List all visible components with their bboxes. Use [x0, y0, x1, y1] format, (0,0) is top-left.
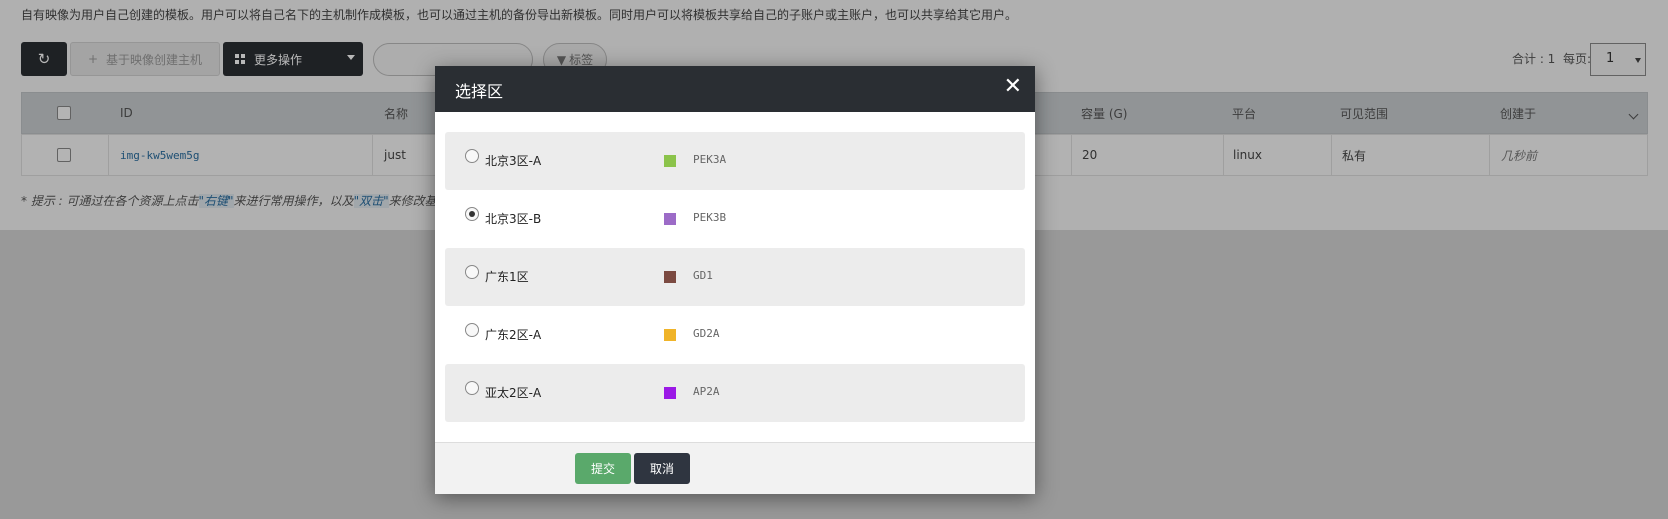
zone-option-pek3a[interactable]: 北京3区-A PEK3A [445, 132, 1025, 190]
dialog-title: 选择区 [455, 82, 504, 101]
zone-code: GD1 [693, 269, 713, 282]
zone-color-swatch [664, 155, 676, 167]
zone-code: AP2A [693, 385, 720, 398]
zone-code: GD2A [693, 327, 720, 340]
zone-option-pek3b[interactable]: 北京3区-B PEK3B [445, 190, 1025, 248]
zone-color-swatch [664, 387, 676, 399]
zone-code: PEK3B [693, 211, 727, 224]
zone-label: 北京3区-A [485, 154, 542, 168]
zone-label: 广东2区-A [485, 328, 542, 342]
zone-option-gd1[interactable]: 广东1区 GD1 [445, 248, 1025, 306]
zone-radio[interactable] [465, 323, 479, 337]
zone-label: 广东1区 [485, 270, 529, 284]
zone-option-gd2a[interactable]: 广东2区-A GD2A [445, 306, 1025, 364]
zone-radio[interactable] [465, 381, 479, 395]
zone-label: 北京3区-B [485, 212, 542, 226]
zone-color-swatch [664, 271, 676, 283]
zone-color-swatch [664, 329, 676, 341]
dialog-header: 选择区 ✕ [435, 66, 1035, 112]
zone-color-swatch [664, 213, 676, 225]
zone-option-ap2a[interactable]: 亚太2区-A AP2A [445, 364, 1025, 422]
zone-code: PEK3A [693, 153, 727, 166]
submit-button[interactable]: 提交 [575, 453, 631, 484]
select-zone-dialog: 选择区 ✕ 北京3区-A PEK3A 北京3区-B PEK3B 广东1区 GD1… [435, 66, 1035, 494]
close-icon[interactable]: ✕ [1004, 76, 1022, 98]
zone-radio[interactable] [465, 149, 479, 163]
dialog-footer: 提交 取消 [435, 442, 1035, 494]
zone-radio[interactable] [465, 265, 479, 279]
cancel-button[interactable]: 取消 [634, 453, 690, 484]
zone-radio[interactable] [465, 207, 479, 221]
zone-label: 亚太2区-A [485, 386, 542, 400]
